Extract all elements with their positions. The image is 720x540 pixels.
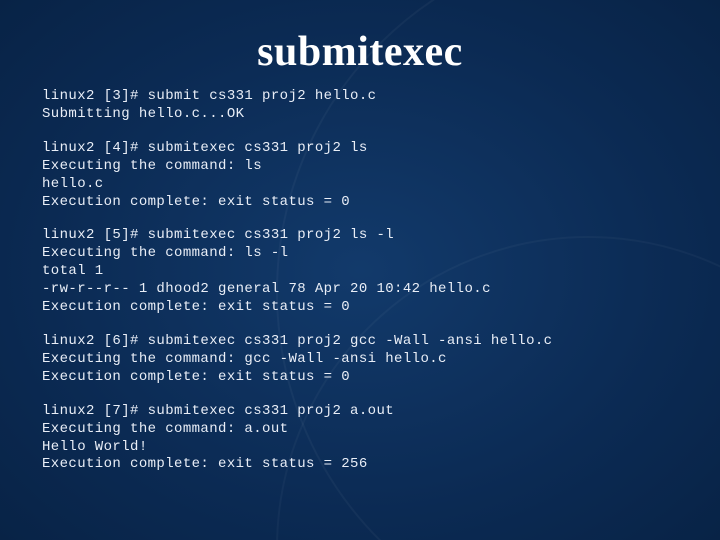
terminal-block: linux2 [7]# submitexec cs331 proj2 a.out… bbox=[42, 403, 678, 475]
slide: submitexec linux2 [3]# submit cs331 proj… bbox=[0, 0, 720, 540]
terminal-block: linux2 [6]# submitexec cs331 proj2 gcc -… bbox=[42, 333, 678, 387]
terminal-block: linux2 [3]# submit cs331 proj2 hello.c S… bbox=[42, 88, 678, 124]
terminal-block: linux2 [4]# submitexec cs331 proj2 ls Ex… bbox=[42, 140, 678, 212]
terminal-block: linux2 [5]# submitexec cs331 proj2 ls -l… bbox=[42, 227, 678, 317]
slide-title: submitexec bbox=[42, 28, 678, 76]
